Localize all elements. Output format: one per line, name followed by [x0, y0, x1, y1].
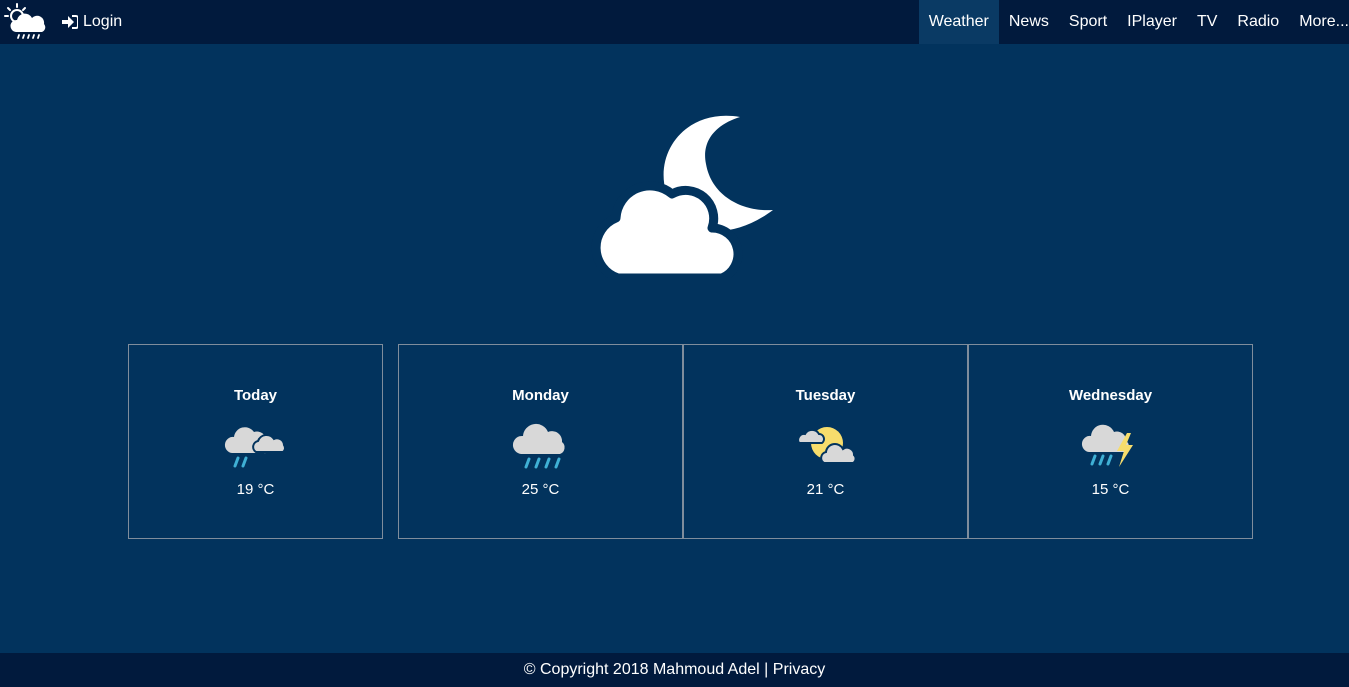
- forecast-card-monday: Monday 25 °C: [398, 344, 683, 539]
- nav-tab-radio[interactable]: Radio: [1227, 0, 1289, 44]
- nav-tab-more[interactable]: More...: [1289, 0, 1349, 44]
- nav-tab-news[interactable]: News: [999, 0, 1059, 44]
- main-nav: Weather News Sport IPlayer TV Radio More…: [918, 0, 1349, 44]
- forecast-card-wednesday: Wednesday 15 °C: [968, 344, 1253, 539]
- footer-copyright: © Copyright 2018 Mahmoud Adel: [523, 661, 760, 678]
- nav-tab-sport[interactable]: Sport: [1059, 0, 1117, 44]
- forecast-temperature: 21 °C: [806, 481, 845, 498]
- forecast-card-today: Today 19 °C: [128, 344, 383, 539]
- rain-cloud-icon: [512, 423, 565, 469]
- forecast-day: Tuesday: [795, 387, 856, 404]
- sign-in-icon: [62, 15, 78, 29]
- nav-tab-tv[interactable]: TV: [1187, 0, 1227, 44]
- thunderstorm-rain-icon: [1081, 424, 1133, 467]
- forecast-temperature: 15 °C: [1091, 481, 1130, 498]
- privacy-link[interactable]: Privacy: [773, 661, 825, 679]
- cloud-sun-rain-icon[interactable]: [4, 2, 46, 40]
- forecast-temperature: 25 °C: [521, 481, 560, 498]
- partly-cloudy-rain-icon: [224, 427, 286, 468]
- forecast-day: Today: [233, 387, 278, 404]
- nav-tab-iplayer[interactable]: IPlayer: [1117, 0, 1187, 44]
- login-link[interactable]: Login: [62, 0, 122, 44]
- login-label: Login: [83, 13, 123, 30]
- forecast-day: Wednesday: [1068, 387, 1153, 404]
- forecast-card-tuesday: Tuesday 21 °C: [683, 344, 968, 539]
- cloud-moon-icon: [591, 115, 773, 278]
- sun-behind-clouds-icon: [796, 427, 857, 464]
- top-navbar: Login Weather News Sport IPlayer TV Radi…: [0, 0, 1349, 44]
- nav-tab-weather[interactable]: Weather: [918, 0, 999, 44]
- footer: © Copyright 2018 Mahmoud Adel | Privacy: [0, 653, 1349, 687]
- forecast-temperature: 19 °C: [236, 481, 275, 498]
- forecast-day: Monday: [512, 387, 569, 404]
